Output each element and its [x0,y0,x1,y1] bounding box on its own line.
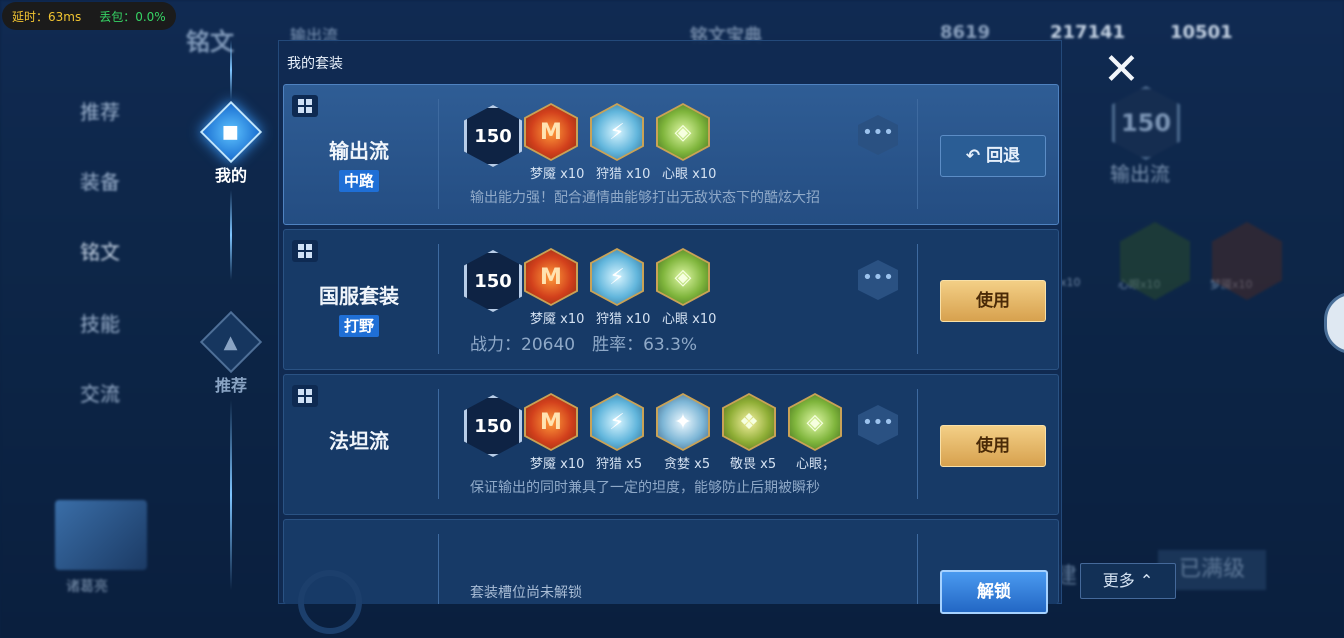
bg-menu-item: 交流 [80,382,120,406]
lane-tag: 打野 [339,315,379,337]
close-icon[interactable]: ✕ [1103,48,1140,92]
locked-set-card: 套装槽位尚未解锁 解锁 [283,519,1059,634]
bg-right-rune: x10 [1060,276,1081,289]
grid-icon[interactable] [292,240,318,262]
locked-text: 套装槽位尚未解锁 [470,585,582,601]
rune-label: 心眼 x10 [662,167,717,182]
hero-avatar [55,500,147,570]
my-sets-modal: 我的套装 输出流 中路 150 M 梦魇 x10 ⚡ 狩猎 x10 ◈ 心眼 x… [278,40,1062,634]
nav-line [230,40,232,100]
rune-label: 梦魇 x10 [530,457,585,472]
level-badge: 150 [464,250,522,312]
chevron-up-icon: ⌃ [1139,571,1154,590]
level-badge: 150 [464,395,522,457]
revert-button[interactable]: ↶ 回退 [940,135,1046,177]
bg-menu-item: 推荐 [80,100,120,124]
set-card[interactable]: 国服套装 打野 150 M 梦魇 x10 ⚡ 狩猎 x10 ◈ 心眼 x10 战… [283,229,1059,370]
bg-level-badge: 150 [1112,86,1180,160]
nav-line [230,400,232,590]
bg-menu-item: 技能 [80,312,120,336]
lock-ring-icon [298,570,362,634]
rune-label: 贪婪 x5 [664,457,711,472]
bg-right-set: 输出流 [1110,162,1170,186]
set-stats: 战力：20640 胜率：63.3% [470,335,698,355]
use-button[interactable]: 使用 [940,280,1046,322]
nav-mine-label: 我的 [214,166,247,185]
more-options-icon[interactable]: ••• [858,115,898,155]
set-name: 法坦流 [329,429,389,453]
more-button[interactable]: 更多 ⌃ [1080,563,1176,599]
shirt-icon: ■ [199,100,263,164]
latency-text: 延时：63ms [12,9,82,24]
bg-menu-item: 铭文 [80,240,120,264]
set-description: 保证输出的同时兼具了一定的坦度，能够防止后期被瞬秒 [470,480,820,496]
rune-label: 敬畏 x5 [730,457,777,472]
level-badge: 150 [464,105,522,167]
rune-label: 梦魇 x10 [530,167,585,182]
grid-icon[interactable] [292,95,318,117]
unlock-button[interactable]: 解锁 [940,570,1048,614]
packet-loss-text: 丢包：0.0% [99,9,166,24]
grid-icon[interactable] [292,385,318,407]
rune-side-nav: ■ 我的 ▲ 推荐 [195,40,267,600]
rune-label: 狩猎 x10 [596,167,651,182]
rune-label: 梦魇 x10 [530,312,585,327]
flame-icon: ▲ [199,310,263,374]
bg-menu-item: 装备 [80,170,120,194]
set-name: 国服套装 [319,284,399,308]
use-button[interactable]: 使用 [940,425,1046,467]
lane-tag: 中路 [339,170,379,192]
rune-label: 心眼； [796,457,836,472]
nav-item-mine[interactable]: ■ 我的 [195,100,267,186]
bg-currency-3: 10501 [1170,22,1233,43]
rune-label: 心眼 x10 [662,312,717,327]
undo-icon: ↶ [965,146,987,166]
nav-line [230,190,232,280]
more-options-icon[interactable]: ••• [858,260,898,300]
more-options-icon[interactable]: ••• [858,405,898,445]
set-description: 输出能力强！配合通情曲能够打出无敌状态下的酷炫大招 [470,190,820,206]
modal-title: 我的套装 [287,56,343,72]
bg-hero-name: 诸葛亮 [66,579,108,595]
network-status: 延时：63ms 丢包：0.0% [2,2,176,30]
nav-recommend-label: 推荐 [214,376,247,395]
rune-label: 狩猎 x5 [596,457,643,472]
set-card[interactable]: 输出流 中路 150 M 梦魇 x10 ⚡ 狩猎 x10 ◈ 心眼 x10 输出… [283,84,1059,225]
set-card[interactable]: 法坦流 150 M 梦魇 x10 ⚡ 狩猎 x5 ✦ 贪婪 x5 ❖ 敬畏 x5… [283,374,1059,515]
set-name: 输出流 [329,139,389,163]
rune-label: 狩猎 x10 [596,312,651,327]
nav-item-recommend[interactable]: ▲ 推荐 [195,310,267,396]
